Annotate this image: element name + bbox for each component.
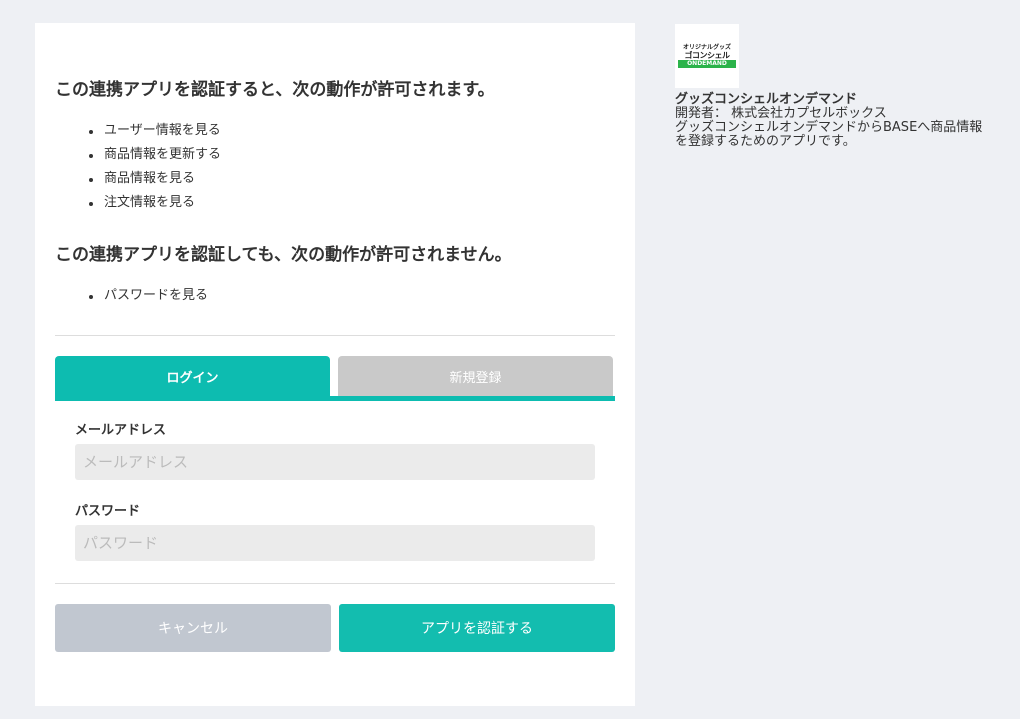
divider bbox=[55, 583, 615, 584]
app-developer: 開発者： 株式会社カプセルボックス bbox=[675, 106, 887, 121]
email-field[interactable] bbox=[75, 444, 595, 480]
cancel-button[interactable]: キャンセル bbox=[55, 604, 331, 652]
tab-login[interactable]: ログイン bbox=[55, 356, 330, 396]
app-logo-ondemand-bar: ONDEMAND bbox=[678, 60, 736, 68]
denied-heading: この連携アプリを認証しても、次の動作が許可されません。 bbox=[55, 245, 512, 265]
allowed-list: ユーザー情報を見る 商品情報を更新する 商品情報を見る 注文情報を見る bbox=[87, 119, 221, 215]
allowed-item: 商品情報を更新する bbox=[87, 143, 221, 167]
allowed-item: 注文情報を見る bbox=[87, 191, 221, 215]
app-name: グッズコンシェルオンデマンド bbox=[675, 92, 858, 107]
app-logo: オリジナルグッズ ゴコンシェル ONDEMAND bbox=[675, 24, 739, 88]
auth-card: この連携アプリを認証すると、次の動作が許可されます。 ユーザー情報を見る 商品情… bbox=[35, 23, 635, 706]
email-label: メールアドレス bbox=[75, 423, 167, 438]
denied-list: パスワードを見る bbox=[87, 284, 208, 308]
password-label: パスワード bbox=[75, 504, 141, 519]
allowed-heading: この連携アプリを認証すると、次の動作が許可されます。 bbox=[55, 80, 495, 100]
app-description: グッズコンシェルオンデマンドからBASEへ商品情報を登録するためのアプリです。 bbox=[675, 120, 983, 149]
password-field[interactable] bbox=[75, 525, 595, 561]
app-info: オリジナルグッズ ゴコンシェル ONDEMAND グッズコンシェルオンデマンド … bbox=[675, 24, 995, 149]
tab-register[interactable]: 新規登録 bbox=[338, 356, 613, 396]
allowed-item: 商品情報を見る bbox=[87, 167, 221, 191]
authorize-app-button[interactable]: アプリを認証する bbox=[339, 604, 615, 652]
allowed-item: ユーザー情報を見る bbox=[87, 119, 221, 143]
divider bbox=[55, 335, 615, 336]
denied-item: パスワードを見る bbox=[87, 284, 208, 308]
auth-tabs: ログイン 新規登録 bbox=[55, 356, 615, 401]
tab-underline bbox=[55, 396, 615, 401]
